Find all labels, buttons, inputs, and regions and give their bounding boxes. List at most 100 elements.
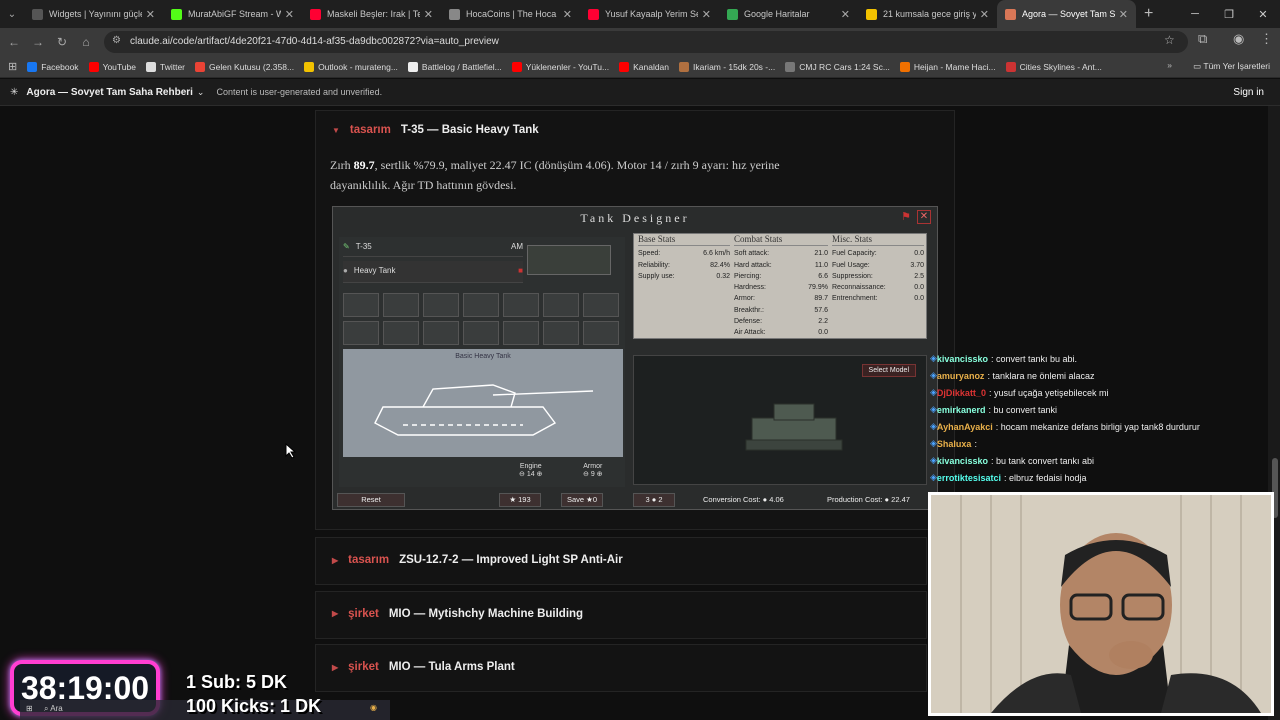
chat-text: : bu tank convert tankı abi <box>990 455 1095 466</box>
profile-avatar[interactable]: ◉ <box>1233 31 1244 47</box>
designer-bottom-bar: Reset ★ 193 Save ★0 3 ● 2 Conversion Cos… <box>333 491 937 509</box>
collapsed-section-header[interactable]: ▶ tasarım ZSU-12.7-2 — Improved Light SP A… <box>332 554 623 566</box>
webcam-overlay <box>928 492 1274 716</box>
tab-title: 21 kumsala gece giriş yas <box>883 9 976 19</box>
module-slot <box>503 321 539 345</box>
browser-tab[interactable]: Yusuf Kayaalp Yerim Seni ✕ <box>580 0 719 28</box>
browser-tab[interactable]: MuratAbiGF Stream - Wa ✕ <box>163 0 302 28</box>
module-slot <box>503 293 539 317</box>
chat-badge-icon: ◈ <box>930 438 937 448</box>
tab-title: HocaCoins | The Hoca Ga <box>466 9 559 19</box>
section-header-open[interactable]: ▼ tasarım T-35 — Basic Heavy Tank <box>332 124 539 136</box>
stat-value: 89.7 <box>814 295 828 303</box>
restore-icon[interactable]: ❐ <box>1212 8 1246 21</box>
stat-label: Entrenchment: <box>832 295 878 303</box>
stat-row: Air Attack: 0.0 <box>734 327 828 338</box>
tank-blueprint-icon <box>374 384 594 436</box>
site-info-icon[interactable]: ⚙ <box>112 35 121 46</box>
tab-title: Google Haritalar <box>744 9 810 19</box>
module-slot <box>583 321 619 345</box>
streamer-webcam-image <box>931 495 1271 713</box>
apps-grid-icon[interactable]: ⊞ <box>8 60 17 73</box>
bookmark-item[interactable]: Cities Skylines - Ant... <box>1005 61 1102 72</box>
bookmark-favicon-icon <box>304 61 315 72</box>
sub-goal: 1 Sub: 5 DK <box>186 672 288 692</box>
stat-value: 6.6 <box>818 272 828 280</box>
artifact-title[interactable]: Agora — Sovyet Tam Saha Rehberi <box>26 87 193 98</box>
section-description: Zırh 89.7, sertlik %79.9, maliyet 22.47 … <box>330 158 780 192</box>
browser-tab[interactable]: Maskeli Beşler: Irak | Tek F ✕ <box>302 0 441 28</box>
bookmark-item[interactable]: Heijan - Mame Haci... <box>899 61 996 72</box>
model-preview: Select Model <box>633 355 927 485</box>
stat-label: Speed: <box>638 250 661 258</box>
stat-label: Suppression: <box>832 272 873 280</box>
tab-close-icon[interactable]: ✕ <box>146 8 155 21</box>
taskbar-app-icon[interactable]: ◉ <box>370 703 377 712</box>
bookmark-item[interactable]: Battlelog / Battlefiel... <box>407 61 502 72</box>
window-controls: ─ ❐ ✕ <box>1178 0 1280 28</box>
extensions-icon[interactable]: ⧉ <box>1198 31 1207 47</box>
chat-badge-icon: ◈ <box>930 404 937 414</box>
bookmark-item[interactable]: YouTube <box>88 61 136 72</box>
stream-chat: ◈ kivancissko: convert tankı bu abi. ◈ am… <box>930 350 1270 490</box>
section-tag: şirket <box>348 607 379 620</box>
tab-title: Maskeli Beşler: Irak | Tek F <box>327 9 420 19</box>
chat-text: : <box>974 438 977 449</box>
tab-close-icon[interactable]: ✕ <box>841 8 850 21</box>
equipment-count: 3 ● 2 <box>633 493 675 507</box>
sign-in-button[interactable]: Sign in <box>1229 83 1268 102</box>
stat-value: 0.0 <box>914 250 924 258</box>
stat-value: 11.0 <box>814 261 828 269</box>
start-icon[interactable]: ⊞ <box>26 704 33 713</box>
bookmark-item[interactable]: Facebook <box>27 61 79 72</box>
browser-tab[interactable]: Google Haritalar ✕ <box>719 0 858 28</box>
bookmark-item[interactable]: Yüklenenler - YouTu... <box>511 61 609 72</box>
stat-value: 3.70 <box>910 261 924 269</box>
more-bookmarks-icon[interactable]: » <box>1167 60 1172 70</box>
stat-row: Entrenchment: 0.0 <box>832 293 924 304</box>
section-tag: şirket <box>348 661 379 673</box>
caret-down-icon: ▼ <box>332 125 340 135</box>
reload-icon[interactable]: ↻ <box>50 35 74 49</box>
stat-row: Piercing: 6.6 <box>734 271 828 282</box>
all-bookmarks-folder[interactable]: ▭ Tüm Yer İşaretleri <box>1193 61 1270 72</box>
browser-tab[interactable]: Agora — Sovyet Tam Saha ✕ <box>997 0 1136 28</box>
bookmark-star-icon[interactable]: ☆ <box>1164 33 1175 47</box>
taskbar-search[interactable]: ⌕ Ara <box>44 704 63 714</box>
forward-icon[interactable]: → <box>26 35 50 49</box>
tab-search-icon[interactable]: ⌄ <box>0 9 24 20</box>
bookmark-item[interactable]: Ikariam - 15dk 20s -... <box>679 61 775 72</box>
bookmark-item[interactable]: Gelen Kutusu (2.358... <box>195 61 294 72</box>
url-field[interactable]: ⚙ claude.ai/code/artifact/4de20f21-47d0-… <box>104 31 1188 53</box>
chevron-down-icon[interactable]: ⌄ <box>197 87 205 98</box>
bookmark-item[interactable]: Twitter <box>145 61 185 72</box>
tab-close-icon[interactable]: ✕ <box>285 8 294 21</box>
tank-designer-screenshot: Tank Designer ⚑ ✕ ✎ T-35 AM ● Heavy Tank ■ B… <box>332 206 938 510</box>
browser-tab[interactable]: Widgets | Yayınını güçlendi ✕ <box>24 0 163 28</box>
tab-close-icon[interactable]: ✕ <box>563 8 572 21</box>
bookmark-favicon-icon <box>27 61 38 72</box>
tab-title: Agora — Sovyet Tam Saha <box>1022 9 1115 19</box>
tab-close-icon[interactable]: ✕ <box>1119 8 1128 21</box>
tab-close-icon[interactable]: ✕ <box>980 8 989 21</box>
bookmark-item[interactable]: CMJ RC Cars 1:24 Sc... <box>785 61 890 72</box>
bookmark-item[interactable]: Outlook - murateng... <box>304 61 398 72</box>
collapsed-section-header[interactable]: ▶ şirket MIO — Tula Arms Plant <box>332 661 515 673</box>
bookmark-item[interactable]: Kanaldan <box>619 61 669 72</box>
stat-value: 79.9% <box>808 284 828 292</box>
new-tab-button[interactable]: + <box>1144 5 1153 23</box>
back-icon[interactable]: ← <box>2 35 26 49</box>
tab-close-icon[interactable]: ✕ <box>424 8 433 21</box>
address-toolbar: ← → ↻ ⌂ ⚙ claude.ai/code/artifact/4de20f… <box>0 28 1280 56</box>
browser-tab[interactable]: 21 kumsala gece giriş yas ✕ <box>858 0 997 28</box>
stat-value: 57.6 <box>814 306 828 314</box>
tab-close-icon[interactable]: ✕ <box>702 8 711 21</box>
browser-tab[interactable]: HocaCoins | The Hoca Ga ✕ <box>441 0 580 28</box>
home-icon[interactable]: ⌂ <box>74 35 98 49</box>
minimize-icon[interactable]: ─ <box>1178 8 1212 20</box>
chat-text: : convert tankı bu abi. <box>990 353 1078 364</box>
chat-badge-icon: ◈ <box>930 421 937 431</box>
close-window-icon[interactable]: ✕ <box>1246 8 1280 21</box>
menu-dots-icon[interactable]: ⋮ <box>1260 31 1273 47</box>
collapsed-section-header[interactable]: ▶ şirket MIO — Mytishchy Machine Building <box>332 608 583 620</box>
